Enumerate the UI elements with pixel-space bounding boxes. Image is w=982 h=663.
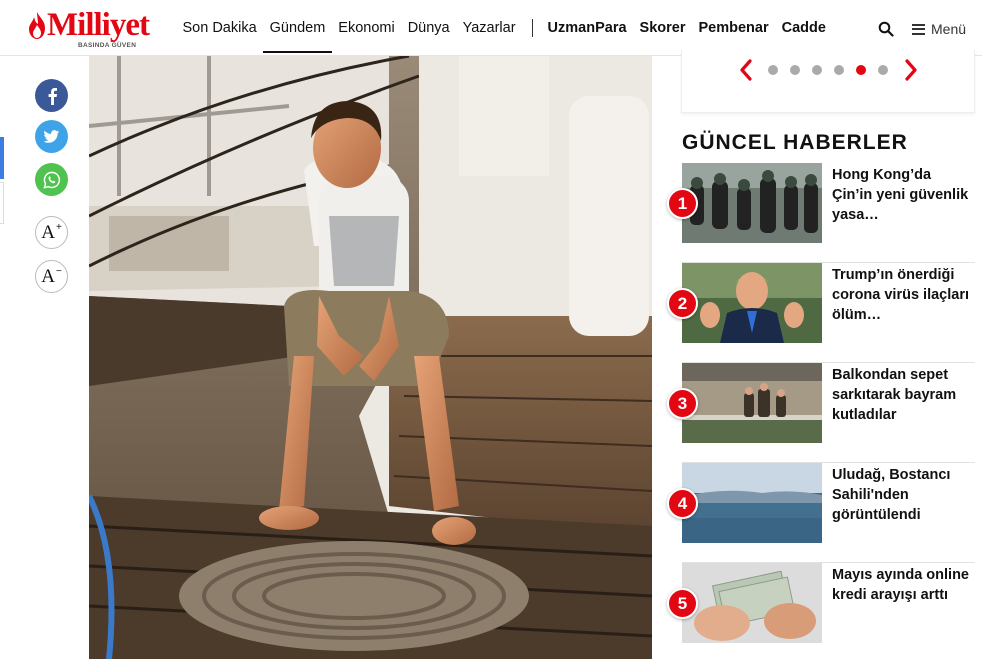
font-increase-label: A	[41, 221, 55, 243]
section-title-guncel-haberler: GÜNCEL HABERLER	[682, 131, 908, 154]
news-rank-badge: 5	[667, 588, 698, 619]
news-headline[interactable]: Uludağ, Bostancı Sahili'nden görüntülend…	[832, 465, 975, 525]
slider-dot[interactable]	[834, 65, 844, 75]
news-rank-badge: 4	[667, 488, 698, 519]
news-item[interactable]: 3 Balkondan sepet sarkıtarak bayram kutl…	[667, 363, 975, 463]
milliyet-logo[interactable]: Milliyet BASINDA GÜVEN	[26, 7, 174, 49]
twitter-share-button[interactable]	[35, 120, 68, 153]
site-header: Milliyet BASINDA GÜVEN Son Dakika Gündem…	[0, 0, 982, 56]
photo-illustration	[89, 56, 652, 659]
nav-cadde[interactable]: Cadde	[775, 0, 832, 56]
nav-divider	[532, 19, 534, 37]
twitter-icon	[43, 129, 60, 143]
news-rank-badge: 1	[667, 188, 698, 219]
article-main-photo[interactable]	[89, 56, 652, 659]
chevron-left-icon[interactable]	[737, 58, 755, 82]
news-rank-badge: 3	[667, 388, 698, 419]
news-thumbnail[interactable]	[682, 463, 822, 543]
logo-wordmark: Milliyet	[47, 7, 150, 43]
edge-box[interactable]	[0, 182, 4, 224]
news-headline[interactable]: Balkondan sepet sarkıtarak bayram kutlad…	[832, 365, 975, 425]
news-item[interactable]: 2 Trump’ın önerdiği corona virüs ilaçlar…	[667, 263, 975, 363]
facebook-share-button[interactable]	[35, 79, 68, 112]
whatsapp-icon	[42, 171, 60, 189]
news-item[interactable]: 4 Uludağ, Bostancı Sahili'nden görüntüle…	[667, 463, 975, 563]
slider-dot[interactable]	[878, 65, 888, 75]
news-thumbnail[interactable]	[682, 163, 822, 243]
nav-ekonomi[interactable]: Ekonomi	[332, 0, 401, 56]
flame-icon	[29, 12, 45, 39]
slider-dots	[768, 65, 900, 75]
news-item[interactable]: 5 Mayıs ayında online kredi arayışı artt…	[667, 563, 975, 663]
main-nav: Son Dakika Gündem Ekonomi Dünya Yazarlar…	[176, 0, 832, 56]
news-thumbnail[interactable]	[682, 263, 822, 343]
minus-symbol: −	[55, 266, 62, 277]
news-headline[interactable]: Mayıs ayında online kredi arayışı arttı	[832, 565, 975, 605]
news-headline[interactable]: Trump’ın önerdiği corona virüs ilaçları …	[832, 265, 975, 325]
nav-gundem[interactable]: Gündem	[263, 0, 332, 56]
font-increase-button[interactable]: A +	[35, 216, 68, 249]
font-decrease-label: A	[41, 265, 55, 287]
slider-dot[interactable]	[856, 65, 866, 75]
news-thumbnail[interactable]	[682, 363, 822, 443]
chevron-right-icon[interactable]	[902, 58, 920, 82]
nav-uzmanpara[interactable]: UzmanPara	[541, 0, 633, 56]
whatsapp-share-button[interactable]	[35, 163, 68, 196]
nav-dunya[interactable]: Dünya	[401, 0, 456, 56]
news-rank-badge: 2	[667, 288, 698, 319]
nav-skorer[interactable]: Skorer	[633, 0, 692, 56]
news-thumbnail[interactable]	[682, 563, 822, 643]
menu-button[interactable]: Menü	[912, 19, 966, 39]
hamburger-icon	[912, 23, 925, 35]
edge-tab[interactable]	[0, 137, 4, 179]
plus-symbol: +	[55, 222, 62, 233]
menu-label: Menü	[931, 21, 967, 37]
slider-dot[interactable]	[768, 65, 778, 75]
search-icon[interactable]	[878, 21, 894, 37]
news-item[interactable]: 1 Hong Kong’da Çin’in yeni güvenlik yasa…	[667, 163, 975, 263]
font-decrease-button[interactable]: A −	[35, 260, 68, 293]
nav-son-dakika[interactable]: Son Dakika	[176, 0, 263, 56]
slider-widget	[681, 50, 975, 113]
nav-yazarlar[interactable]: Yazarlar	[456, 0, 522, 56]
slider-dot[interactable]	[812, 65, 822, 75]
logo-tagline: BASINDA GÜVEN	[78, 42, 137, 49]
facebook-icon	[48, 87, 57, 105]
nav-pembenar[interactable]: Pembenar	[692, 0, 775, 56]
slider-dot[interactable]	[790, 65, 800, 75]
news-headline[interactable]: Hong Kong’da Çin’in yeni güvenlik yasa…	[832, 165, 975, 225]
